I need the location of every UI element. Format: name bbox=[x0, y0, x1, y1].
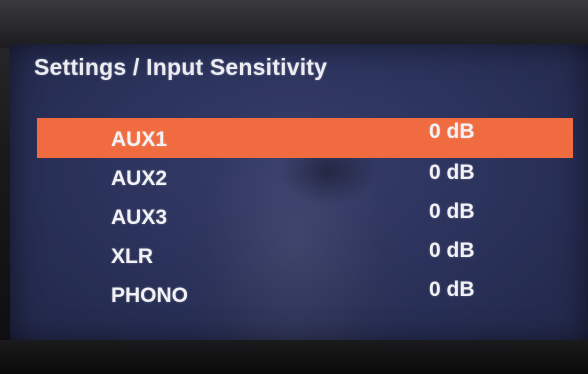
menu-item-phono[interactable]: PHONO 0 dB bbox=[37, 275, 573, 314]
menu-item-value: 0 dB bbox=[429, 200, 475, 223]
input-sensitivity-list: AUX1 0 dB AUX2 0 dB AUX3 0 dB XLR 0 dB P… bbox=[37, 118, 573, 314]
menu-item-value: 0 dB bbox=[429, 120, 475, 143]
menu-item-label: XLR bbox=[111, 245, 153, 268]
menu-item-value: 0 dB bbox=[429, 161, 475, 184]
menu-item-value: 0 dB bbox=[429, 278, 475, 301]
device-bezel-top bbox=[0, 0, 588, 48]
menu-item-value: 0 dB bbox=[429, 239, 475, 262]
menu-item-aux2[interactable]: AUX2 0 dB bbox=[37, 158, 573, 197]
photo-frame: Settings / Input Sensitivity AUX1 0 dB A… bbox=[0, 0, 588, 374]
menu-item-label: AUX2 bbox=[111, 167, 168, 190]
device-bezel-bottom bbox=[0, 340, 588, 374]
menu-item-aux1[interactable]: AUX1 0 dB bbox=[37, 118, 573, 158]
menu-item-aux3[interactable]: AUX3 0 dB bbox=[37, 197, 573, 236]
menu-item-label: PHONO bbox=[111, 284, 189, 307]
menu-item-label: AUX1 bbox=[111, 128, 168, 151]
menu-item-xlr[interactable]: XLR 0 dB bbox=[37, 236, 573, 275]
page-title: Settings / Input Sensitivity bbox=[34, 54, 328, 80]
menu-item-label: AUX3 bbox=[111, 206, 168, 229]
